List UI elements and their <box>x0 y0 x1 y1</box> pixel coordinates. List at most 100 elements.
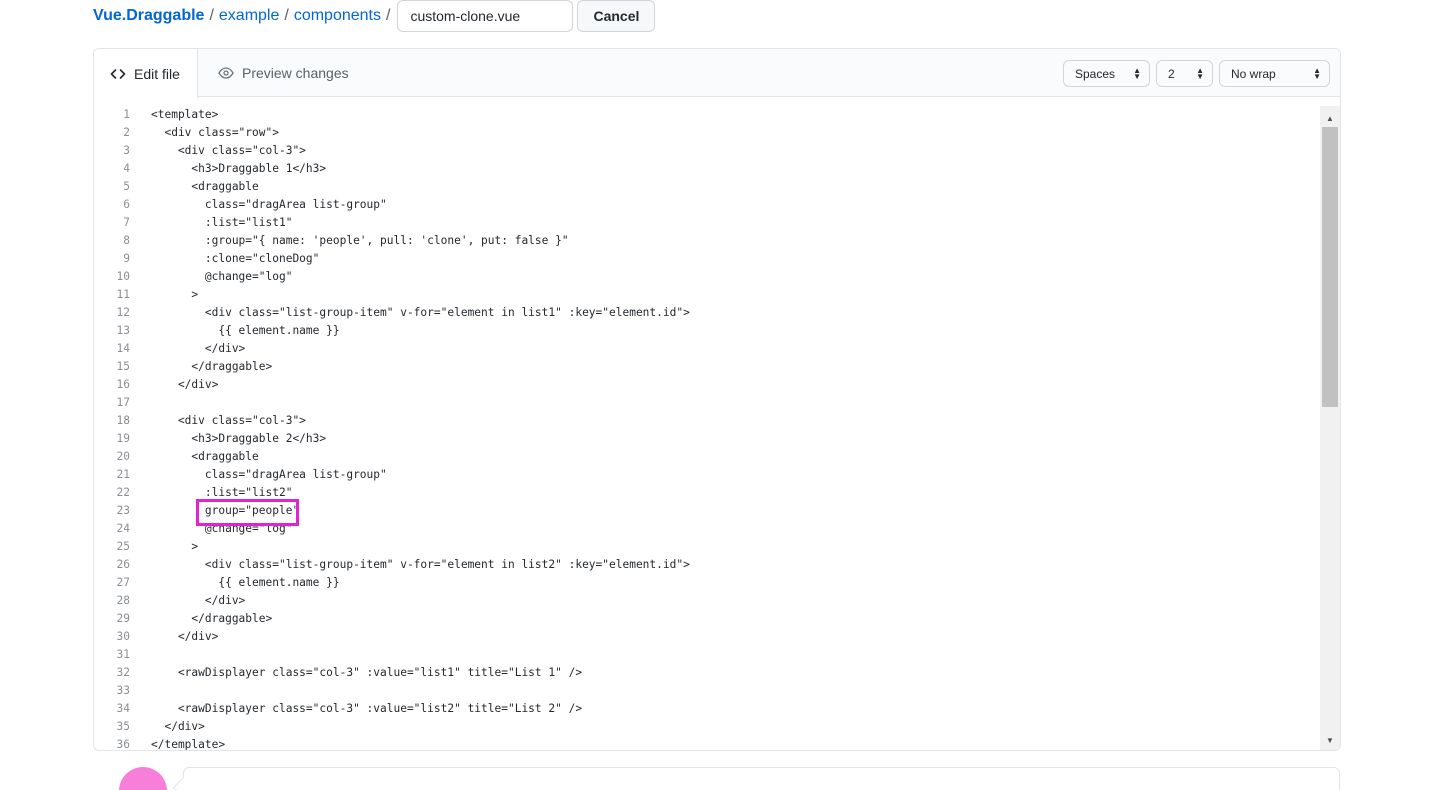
code-line-text: {{ element.name }} <box>151 576 340 589</box>
scroll-down-arrow-icon[interactable]: ▼ <box>1320 732 1340 748</box>
code-line[interactable]: 10 @change="log" <box>94 268 1320 286</box>
line-number: 4 <box>123 162 130 175</box>
code-line-text: <draggable <box>151 180 259 193</box>
code-line-text: </template> <box>151 738 226 751</box>
wrap-mode-value: No wrap <box>1231 66 1276 81</box>
code-line[interactable]: 7 :list="list1" <box>94 214 1320 232</box>
code-line[interactable]: 29 </draggable> <box>94 610 1320 628</box>
breadcrumb-components-link[interactable]: components <box>294 7 381 25</box>
code-line-text: </div> <box>151 342 246 355</box>
code-line-text: {{ element.name }} <box>151 324 340 337</box>
indent-mode-select[interactable]: Spaces ▲ ▼ <box>1063 60 1150 87</box>
code-line-text: class="dragArea list-group" <box>151 198 387 211</box>
line-number: 36 <box>116 738 130 751</box>
wrap-mode-select[interactable]: No wrap ▲ ▼ <box>1219 60 1330 87</box>
code-line[interactable]: 11 > <box>94 286 1320 304</box>
line-number: 25 <box>116 540 130 553</box>
code-line[interactable]: 30 </div> <box>94 628 1320 646</box>
code-line[interactable]: 12 <div class="list-group-item" v-for="e… <box>94 304 1320 322</box>
code-line[interactable]: 8 :group="{ name: 'people', pull: 'clone… <box>94 232 1320 250</box>
line-number: 13 <box>116 324 130 337</box>
code-line-text: class="dragArea list-group" <box>151 468 387 481</box>
code-line[interactable]: 32 <rawDisplayer class="col-3" :value="l… <box>94 664 1320 682</box>
line-number: 32 <box>116 666 130 679</box>
code-line[interactable]: 15 </draggable> <box>94 358 1320 376</box>
line-number: 34 <box>116 702 130 715</box>
scrollbar-thumb[interactable] <box>1322 127 1338 407</box>
code-line-text: <draggable <box>151 450 259 463</box>
code-line[interactable]: 34 <rawDisplayer class="col-3" :value="l… <box>94 700 1320 718</box>
code-line[interactable]: 36 </template> <box>94 736 1320 751</box>
code-icon <box>110 66 126 82</box>
code-line-text: <div class="row"> <box>151 126 279 139</box>
indent-size-select[interactable]: 2 ▲ ▼ <box>1156 60 1213 87</box>
code-line-text: <div class="col-3"> <box>151 414 306 427</box>
code-line[interactable]: 21 class="dragArea list-group" <box>94 466 1320 484</box>
code-line[interactable]: 6 class="dragArea list-group" <box>94 196 1320 214</box>
indent-mode-value: Spaces <box>1075 66 1116 81</box>
code-line[interactable]: 31 <box>94 646 1320 664</box>
line-number: 21 <box>116 468 130 481</box>
line-number: 15 <box>116 360 130 373</box>
cancel-button[interactable]: Cancel <box>577 0 656 32</box>
code-line[interactable]: 14 </div> <box>94 340 1320 358</box>
line-number: 33 <box>116 684 130 697</box>
code-line[interactable]: 18 <div class="col-3"> <box>94 412 1320 430</box>
tab-preview-changes[interactable]: Preview changes <box>218 49 349 97</box>
code-line[interactable]: 27 {{ element.name }} <box>94 574 1320 592</box>
line-number: 9 <box>123 252 130 265</box>
code-line[interactable]: 9 :clone="cloneDog" <box>94 250 1320 268</box>
scroll-up-arrow-icon[interactable]: ▲ <box>1320 110 1340 126</box>
breadcrumb-separator: / <box>284 7 289 24</box>
line-number: 3 <box>123 144 130 157</box>
code-line[interactable]: 3 <div class="col-3"> <box>94 142 1320 160</box>
code-line[interactable]: 20 <draggable <box>94 448 1320 466</box>
code-line-text: </div> <box>151 630 219 643</box>
code-line[interactable]: 19 <h3>Draggable 2</h3> <box>94 430 1320 448</box>
line-number: 19 <box>116 432 130 445</box>
line-number: 20 <box>116 450 130 463</box>
code-area[interactable]: 1 <template> 2 <div class="row"> 3 <div cla… <box>94 106 1320 751</box>
code-line[interactable]: 25 > <box>94 538 1320 556</box>
code-line-text: @change="log" <box>151 270 293 283</box>
line-number: 6 <box>123 198 130 211</box>
indent-size-value: 2 <box>1168 66 1175 81</box>
breadcrumb-repo-link[interactable]: Vue.Draggable <box>93 7 204 25</box>
code-line-text: <h3>Draggable 1</h3> <box>151 162 327 175</box>
code-line-text: <div class="list-group-item" v-for="elem… <box>151 306 690 319</box>
code-line[interactable]: 16 </div> <box>94 376 1320 394</box>
vertical-scrollbar[interactable]: ▲ ▼ <box>1320 106 1340 750</box>
code-line-text: </draggable> <box>151 360 273 373</box>
tab-edit-file[interactable]: Edit file <box>94 49 198 98</box>
code-line-text: <template> <box>151 108 219 121</box>
code-line-text: <rawDisplayer class="col-3" :value="list… <box>151 666 583 679</box>
filename-input[interactable] <box>397 0 574 32</box>
editor-header: Edit file Preview changes Spaces ▲ ▼ 2 ▲ ▼… <box>94 49 1340 98</box>
select-caret-icon: ▲ ▼ <box>1313 65 1321 81</box>
code-line[interactable]: 4 <h3>Draggable 1</h3> <box>94 160 1320 178</box>
code-line-text: <div class="list-group-item" v-for="elem… <box>151 558 690 571</box>
code-line-text: > <box>151 288 199 301</box>
line-number: 18 <box>116 414 130 427</box>
line-number: 30 <box>116 630 130 643</box>
line-number: 1 <box>123 108 130 121</box>
code-line[interactable]: 13 {{ element.name }} <box>94 322 1320 340</box>
code-line[interactable]: 28 </div> <box>94 592 1320 610</box>
code-line-text: > <box>151 540 199 553</box>
editor-options: Spaces ▲ ▼ 2 ▲ ▼ No wrap ▲ ▼ <box>1063 60 1330 87</box>
tab-edit-file-label: Edit file <box>134 65 180 82</box>
code-line-text: </div> <box>151 594 246 607</box>
select-caret-icon: ▲ ▼ <box>1196 65 1204 81</box>
code-line[interactable]: 2 <div class="row"> <box>94 124 1320 142</box>
code-line[interactable]: 5 <draggable <box>94 178 1320 196</box>
tab-preview-changes-label: Preview changes <box>242 65 349 81</box>
code-line[interactable]: 17 <box>94 394 1320 412</box>
commit-box <box>183 767 1340 790</box>
code-line[interactable]: 1 <template> <box>94 106 1320 124</box>
code-line[interactable]: 26 <div class="list-group-item" v-for="e… <box>94 556 1320 574</box>
code-line[interactable]: 33 <box>94 682 1320 700</box>
line-number: 27 <box>116 576 130 589</box>
code-line[interactable]: 35 </div> <box>94 718 1320 736</box>
line-number: 35 <box>116 720 130 733</box>
breadcrumb-example-link[interactable]: example <box>219 7 279 25</box>
